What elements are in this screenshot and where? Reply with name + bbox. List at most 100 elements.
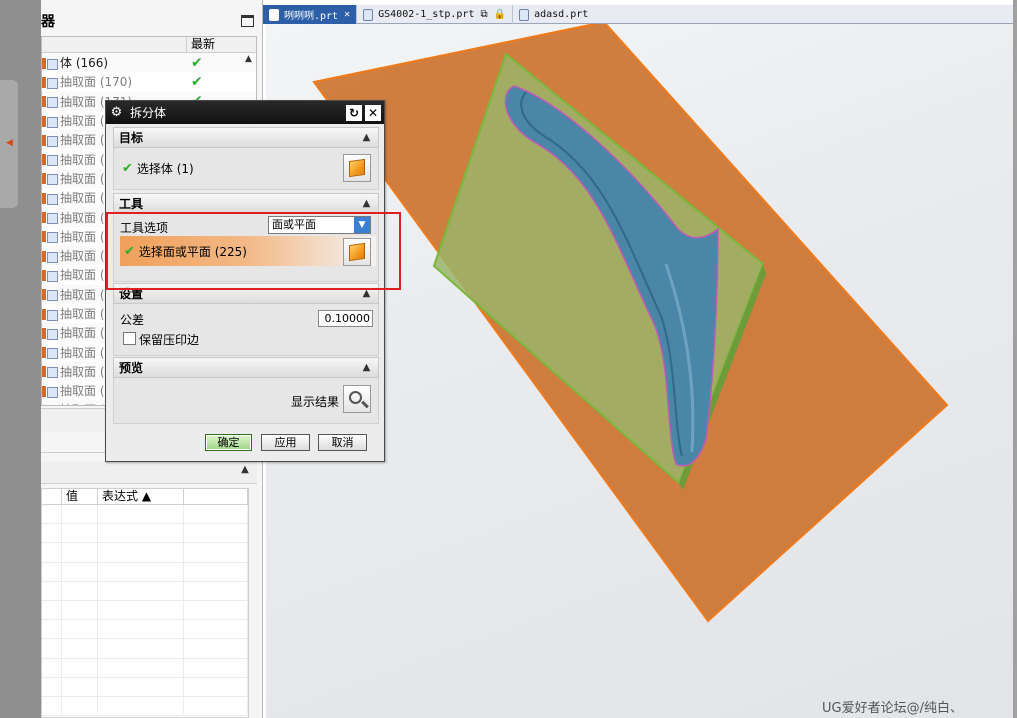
scroll-up-icon[interactable]: ▲ [241,54,256,68]
details-cell [98,639,184,658]
check-icon: ✔ [191,73,203,90]
details-row[interactable] [42,600,248,621]
apply-button[interactable]: 应用 [261,434,310,451]
extract-face-icon [42,268,58,282]
details-row[interactable] [42,524,248,544]
details-row[interactable] [42,562,248,582]
details-row[interactable] [42,543,248,563]
details-header-value[interactable]: 值 [62,489,98,504]
extract-face-icon [42,345,58,360]
tab-label: adasd.prt [534,9,589,20]
extract-face-icon [42,364,58,379]
details-cell [184,581,248,600]
details-cell [42,620,62,639]
tolerance-input[interactable]: 0.10000 [318,310,373,327]
extract-face-icon [42,191,58,205]
details-header-expression[interactable]: 表达式 ▲ [98,489,184,504]
details-cell [62,562,98,581]
collapse-up-icon[interactable]: ▲ [359,196,374,211]
details-cell [184,562,248,581]
maximize-icon[interactable] [241,15,254,27]
feature-label: 体 (166) [60,56,109,71]
details-cell [62,543,98,562]
select-body-row[interactable]: ✔ 选择体 (1) [122,160,194,177]
details-cell [42,562,62,581]
details-cell [98,658,184,677]
collapse-up-icon[interactable]: ▲ [237,464,253,480]
close-icon[interactable]: ✕ [365,104,381,121]
select-body-button[interactable] [343,154,371,182]
dialog-titlebar[interactable]: ⚙ 拆分体 ↻ ✕ [106,101,384,124]
details-cell [184,543,248,562]
right-strip [1013,0,1017,718]
header-name[interactable] [42,37,187,52]
extract-face-icon [42,75,58,89]
forum-watermark: UG爱好者论坛@/纯白、 [822,701,963,716]
details-cell [98,677,184,696]
tab-part-3[interactable]: adasd.prt [513,5,594,24]
details-cell [62,658,98,677]
details-cell [62,581,98,600]
close-icon[interactable]: ✕ [344,9,350,20]
target-section-header[interactable]: 目标 ▲ [113,127,379,148]
extract-face-icon [42,326,58,340]
tolerance-label: 公差 [120,313,145,327]
details-cell [42,524,62,543]
collapse-up-icon[interactable]: ▲ [359,360,374,375]
navigator-row[interactable]: 体 (166) ✔ [42,53,256,73]
details-row[interactable] [42,620,248,640]
details-cell [184,639,248,658]
show-result-button[interactable] [343,385,371,413]
details-cell [62,639,98,658]
keep-imprint-checkbox[interactable] [123,332,136,345]
details-cell [98,620,184,639]
extract-face-icon [42,287,58,302]
details-row[interactable] [42,505,248,525]
cancel-button[interactable]: 取消 [318,434,367,451]
tool-section-title: 工具 [119,197,144,211]
details-cell [184,696,248,716]
extract-face-icon [42,229,58,244]
details-cell [42,658,62,677]
extract-face-icon [42,210,58,225]
details-cell [98,696,184,716]
details-cell [98,524,184,543]
details-cell [98,562,184,581]
navigator-row[interactable]: 抽取面 (170) ✔ [42,72,256,91]
tab-part-1[interactable]: 咧咧咧.prt ✕ [263,5,358,24]
tool-section-header[interactable]: 工具 ▲ [113,193,379,214]
details-cell [184,658,248,677]
expand-arrow-icon[interactable]: ◀ [6,138,13,148]
header-latest[interactable]: 最新 [187,37,256,52]
details-row[interactable] [42,639,248,659]
preview-section-body: 显示结果 [113,378,379,424]
check-icon: ✔ [122,161,133,176]
details-row[interactable] [42,677,248,697]
show-result-label: 显示结果 [291,395,340,409]
select-body-label: 选择体 (1) [136,162,194,176]
reset-icon[interactable]: ↻ [346,104,362,121]
details-cell [184,600,248,620]
details-row[interactable] [42,581,248,601]
extract-face-icon [42,384,58,398]
preview-section-title: 预览 [119,361,144,375]
tab-label: 咧咧咧.prt [284,11,339,22]
collapse-up-icon[interactable]: ▲ [359,130,374,145]
details-row[interactable] [42,658,248,678]
details-cell [98,600,184,620]
navigator-title: 器 [41,14,55,30]
gear-icon[interactable]: ⚙ [109,105,124,120]
extract-face-icon [42,94,58,109]
magnifier-icon [348,390,362,404]
ok-button[interactable]: 确定 [205,434,252,451]
details-cell [42,600,62,620]
details-cell [62,505,98,524]
details-cell [184,677,248,696]
preview-section-header[interactable]: 预览 ▲ [113,357,379,378]
details-header-blank [42,489,62,504]
tab-part-2[interactable]: GS4002-1_stp.prt ⧉ 🔒 [357,5,514,24]
details-cell [62,600,98,620]
navigator-header: 最新 [42,37,256,53]
extract-face-icon [42,114,58,128]
details-row[interactable] [42,696,248,717]
